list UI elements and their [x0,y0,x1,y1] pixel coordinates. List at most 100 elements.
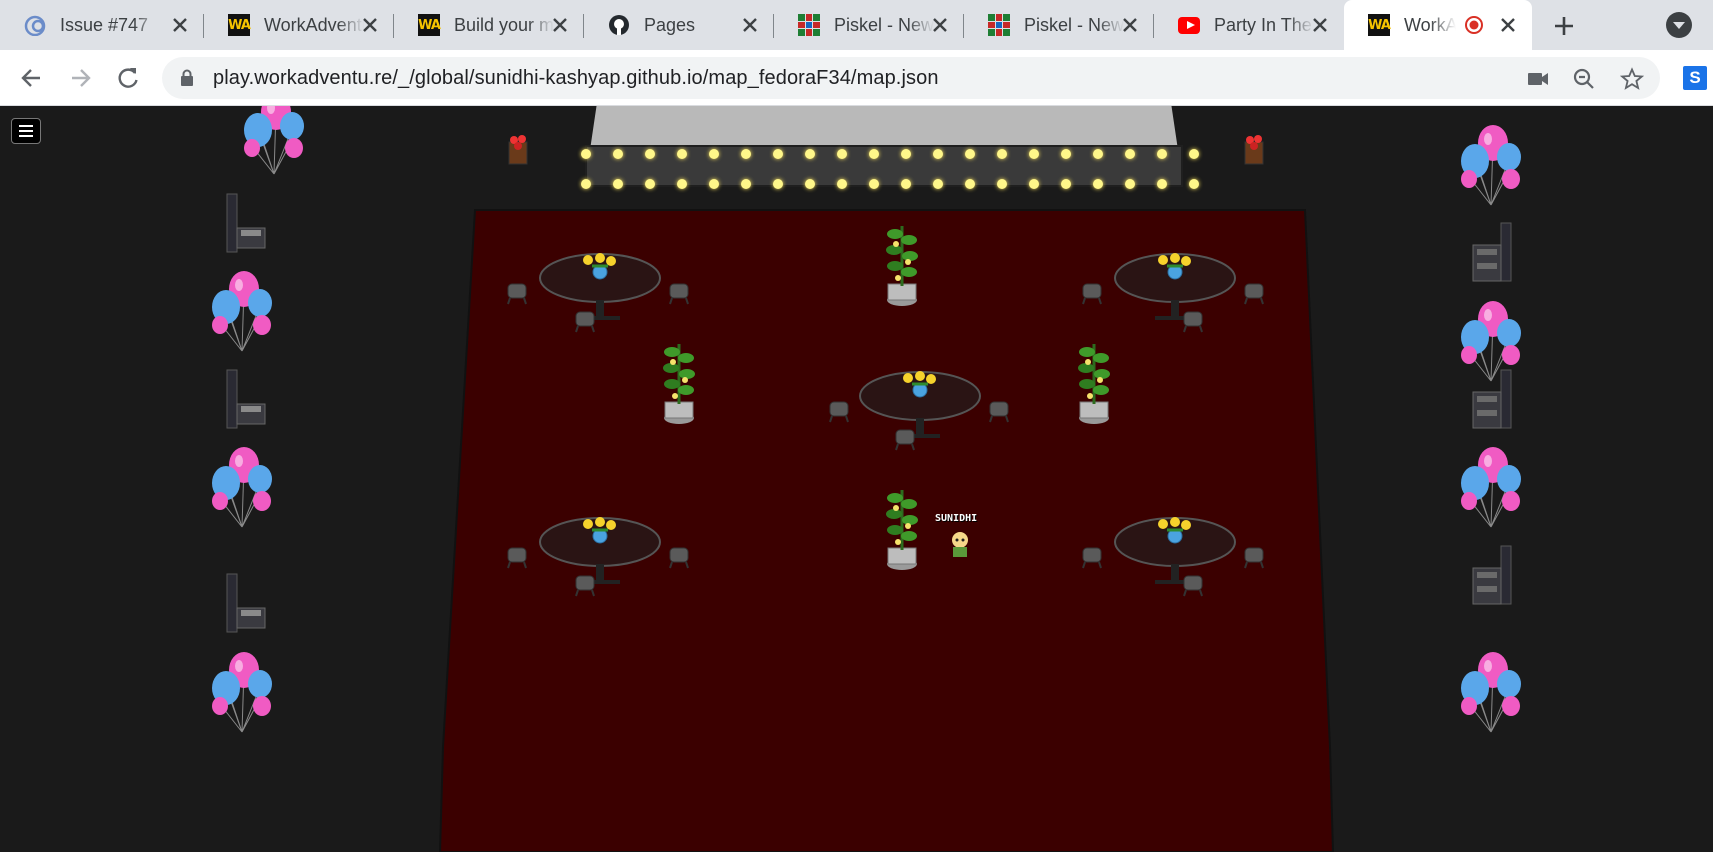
tab-title: Piskel - New [1024,14,1124,36]
reload-icon[interactable] [114,64,142,92]
stage-light-bulb [677,149,687,159]
stage-light-bulb [581,179,591,189]
close-icon[interactable] [168,13,192,37]
address-bar[interactable]: play.workadventu.re/_/global/sunidhi-kas… [162,57,1660,99]
stage-light-bulb [997,149,1007,159]
stage-light-bulb [1189,149,1199,159]
stage-light-bulb [933,179,943,189]
chair-right-3 [1472,545,1512,605]
stage-light-bulb [837,149,847,159]
chair-left-3 [226,573,266,633]
youtube-icon [1178,14,1200,36]
game-menu-button[interactable] [11,118,41,144]
chair-left-1 [226,193,266,253]
stage-light-bulb [805,179,815,189]
workadventure-icon: WA [1368,14,1391,36]
zenhub-icon [24,14,46,36]
stage-light-bulb [645,149,655,159]
stage-light-bulb [805,149,815,159]
stage-light-bulb [741,179,751,189]
camera-icon[interactable] [1526,67,1550,91]
tab-workadventure-active[interactable]: WA WorkAdventure [1344,0,1532,50]
stage-light-bulb [1029,179,1039,189]
stage-light-bulb [869,149,879,159]
stage-light-bulb [1125,179,1135,189]
stage-light-bulb [869,179,879,189]
balloons-right-2 [1460,300,1522,382]
piskel-icon [988,14,1010,36]
stage-light-bulb [773,149,783,159]
recording-icon [1465,16,1483,34]
stage-light-bulb [709,149,719,159]
flower-vase-left [508,134,528,165]
workadventure-icon: WA [228,14,251,36]
workadventure-icon: WA [418,14,441,36]
close-icon[interactable] [548,13,572,37]
tab-search-icon[interactable] [1666,12,1692,38]
piskel-icon [798,14,820,36]
tab-issue[interactable]: Issue #747 [0,0,204,50]
close-icon[interactable] [738,13,762,37]
close-icon[interactable] [1308,13,1332,37]
stage-light-bulb [933,149,943,159]
stage-light-bulb [709,179,719,189]
tab-title: WorkAdventure [264,14,364,36]
chair-right-1 [1472,222,1512,282]
stage-light-bulb [965,179,975,189]
stage-light-bulb [613,179,623,189]
game-viewport[interactable]: SUNIDHI [0,106,1713,852]
stage-top [590,106,1178,150]
new-tab-icon[interactable] [1546,8,1582,44]
map-canvas [211,106,1522,852]
tab-piskel-1[interactable]: Piskel - New [774,0,964,50]
balloons-right-3 [1460,446,1522,528]
stage-light-bulb [1093,149,1103,159]
close-icon[interactable] [358,13,382,37]
bookmark-star-icon[interactable] [1620,67,1644,91]
stage-light-bulb [965,149,975,159]
close-icon[interactable] [928,13,952,37]
tab-build-your-map[interactable]: WA Build your map [394,0,584,50]
stage-light-bulb [741,149,751,159]
tab-workadventure[interactable]: WA WorkAdventure [204,0,394,50]
tab-title: Party In The [1214,14,1314,36]
tab-title: Issue #747 [60,14,160,36]
stage-light-bulb [1061,179,1071,189]
stage-light-bulb [773,179,783,189]
github-icon [608,14,630,36]
back-icon[interactable] [18,64,46,92]
browser-toolbar: play.workadventu.re/_/global/sunidhi-kas… [0,50,1713,106]
close-icon[interactable] [1496,13,1520,37]
extension-icon[interactable]: S [1683,66,1707,90]
tab-pages[interactable]: Pages [584,0,774,50]
tab-party-in-the[interactable]: Party In The [1154,0,1344,50]
zoom-icon[interactable] [1572,67,1596,91]
close-icon[interactable] [1118,13,1142,37]
stage-light-bulb [837,179,847,189]
url-text[interactable]: play.workadventu.re/_/global/sunidhi-kas… [213,67,939,90]
forward-icon[interactable] [66,64,94,92]
lock-icon[interactable] [180,69,194,87]
tab-title: WorkAdventure [1404,14,1456,36]
tab-piskel-2[interactable]: Piskel - New [964,0,1154,50]
stage-light-bulb [1157,179,1167,189]
stage-light-bulb [613,149,623,159]
stage-light-bulb [997,179,1007,189]
tab-title: Build your map [454,14,554,36]
balloons-left-4 [211,651,273,733]
stage-light-bulb [581,149,591,159]
stage-light-bulb [1061,149,1071,159]
balloons-left-3 [211,446,273,528]
player-avatar [952,532,968,557]
stage-light-bulb [645,179,655,189]
stage-light-bulb [1093,179,1103,189]
stage-light-bulb [901,149,911,159]
balloons-right-4 [1460,651,1522,733]
stage-light-bulb [901,179,911,189]
flower-vase-right [1244,134,1264,165]
stage-light-bulb [1125,149,1135,159]
balloons-left-2 [211,270,273,352]
tab-title: Pages [644,14,744,36]
stage-light-bulb [1189,179,1199,189]
tab-title: Piskel - New [834,14,934,36]
